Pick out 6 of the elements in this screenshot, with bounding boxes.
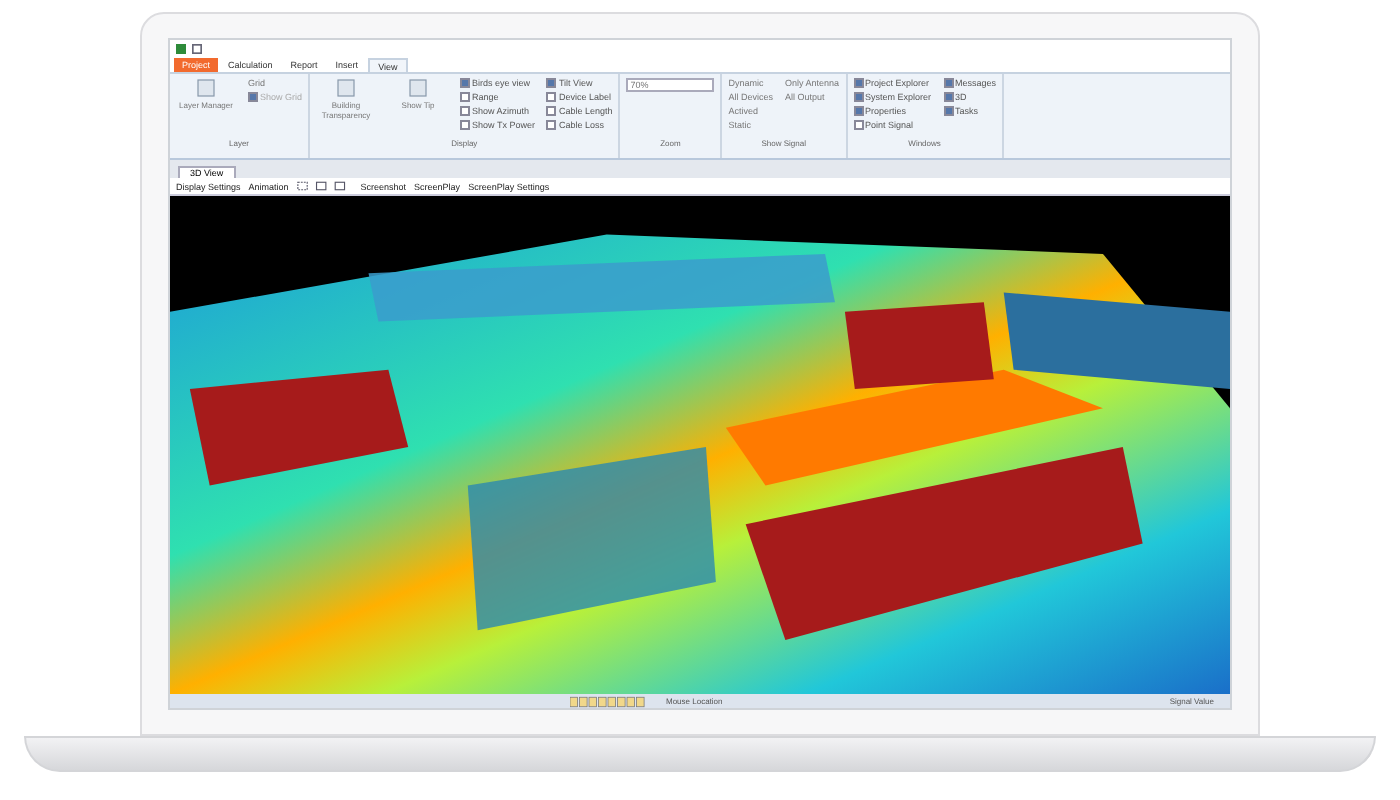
save-icon[interactable] — [192, 44, 202, 54]
square-icon — [336, 78, 357, 98]
status-tools-icon[interactable] — [570, 695, 646, 707]
app-logo-icon — [176, 44, 186, 54]
square-icon — [408, 78, 429, 98]
square-icon — [196, 78, 216, 98]
